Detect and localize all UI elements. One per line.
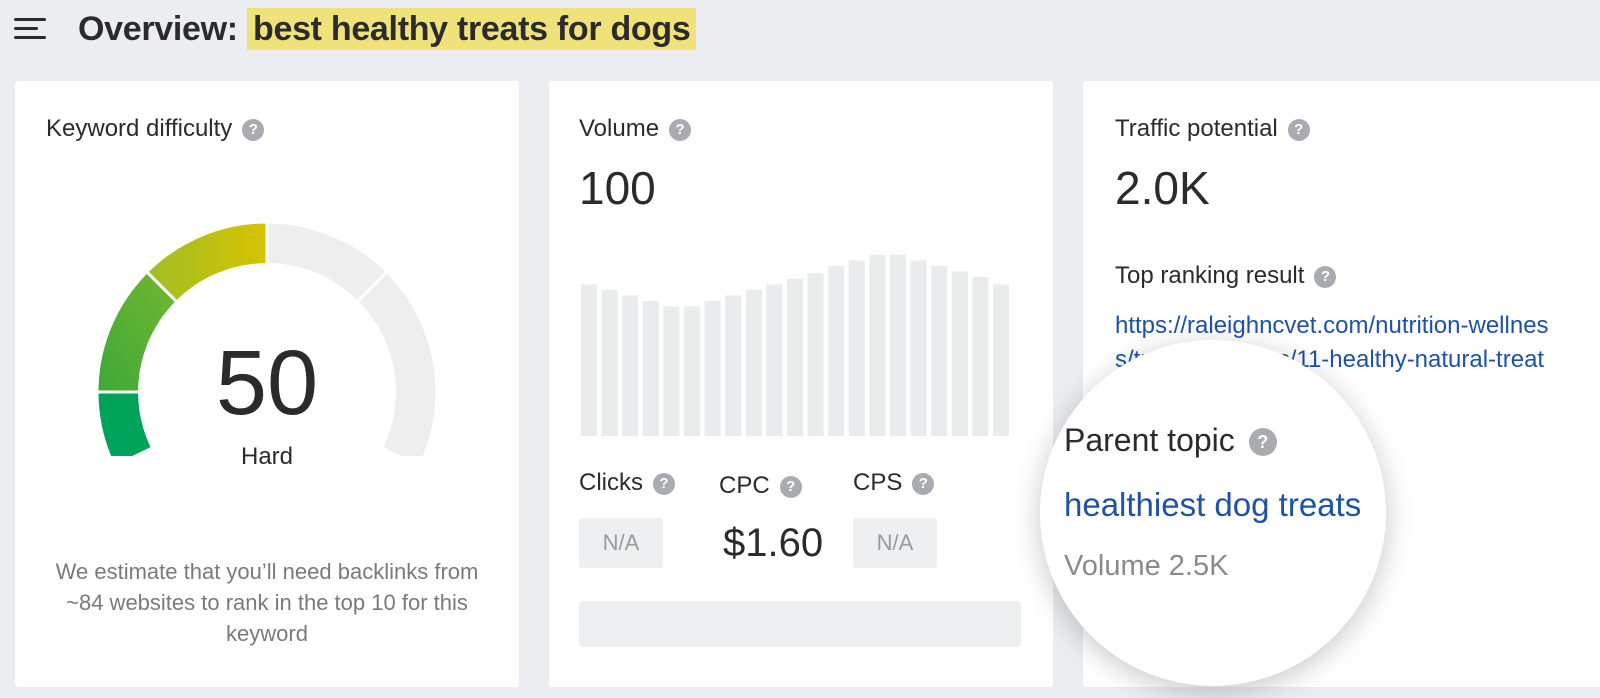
- cpc-label-row: CPC?: [719, 472, 802, 500]
- parent-topic-volume: Volume 2.5K: [1064, 550, 1229, 582]
- volume-trend-bar: [601, 289, 618, 436]
- kd-label-row: Keyword difficulty?: [46, 115, 265, 143]
- volume-trend-bar: [931, 265, 948, 436]
- volume-trend-bar: [848, 260, 865, 436]
- help-icon[interactable]: ?: [1287, 119, 1310, 141]
- clicks-label-row: Clicks?: [579, 469, 675, 497]
- help-icon[interactable]: ?: [669, 119, 692, 141]
- cps-value: N/A: [853, 518, 937, 568]
- kd-description: We estimate that you’ll need backlinks f…: [55, 559, 479, 646]
- volume-trend-bar: [890, 254, 906, 436]
- top-ranking-label-row: Top ranking result?: [1115, 262, 1337, 290]
- volume-trend-bar: [766, 284, 783, 436]
- cps-label-row: CPS?: [853, 469, 935, 497]
- cps-label: CPS: [853, 469, 903, 496]
- volume-label-row: Volume?: [579, 115, 692, 143]
- parent-topic-label: Parent topic: [1064, 422, 1235, 458]
- volume-trend-bar: [972, 276, 989, 436]
- traffic-label-row: Traffic potential?: [1115, 115, 1310, 143]
- help-icon[interactable]: ?: [1248, 428, 1277, 456]
- clicks-label: Clicks: [579, 469, 643, 496]
- clicks-value: N/A: [579, 518, 663, 568]
- volume-trend-bar: [663, 306, 680, 436]
- volume-trend-bar: [807, 273, 824, 436]
- volume-trend-bar: [910, 260, 927, 436]
- volume-label: Volume: [579, 115, 660, 142]
- help-icon[interactable]: ?: [242, 119, 265, 141]
- hamburger-menu-icon[interactable]: [14, 18, 46, 40]
- volume-trend-chart: [581, 254, 1009, 436]
- keyword-difficulty-card: Keyword difficulty? 50 Hard We estimate …: [15, 81, 519, 687]
- page-title: Overview: best healthy treats for dogs: [78, 8, 697, 50]
- traffic-potential-label: Traffic potential: [1115, 115, 1278, 142]
- parent-topic-magnifier: Parent topic? healthiest dog treats Volu…: [1040, 340, 1386, 686]
- volume-footer-bar: [579, 601, 1021, 647]
- volume-trend-bar: [725, 295, 742, 436]
- volume-trend-bar: [622, 295, 639, 436]
- help-icon[interactable]: ?: [1314, 266, 1337, 288]
- volume-trend-bar: [581, 284, 597, 436]
- help-icon[interactable]: ?: [653, 473, 675, 495]
- volume-trend-bar: [745, 289, 762, 436]
- traffic-potential-value: 2.0K: [1115, 162, 1210, 214]
- help-icon[interactable]: ?: [779, 476, 802, 498]
- parent-topic-link[interactable]: healthiest dog treats: [1064, 486, 1361, 524]
- volume-trend-bar: [787, 278, 803, 436]
- title-prefix: Overview:: [78, 10, 238, 48]
- help-icon[interactable]: ?: [912, 473, 935, 495]
- volume-trend-bar: [684, 306, 700, 436]
- volume-value: 100: [579, 162, 656, 214]
- volume-trend-bar: [951, 271, 968, 436]
- volume-trend-bar: [642, 301, 659, 436]
- volume-trend-bar: [869, 254, 886, 436]
- top-ranking-label: Top ranking result: [1115, 262, 1305, 289]
- kd-level: Hard: [240, 443, 294, 470]
- volume-trend-bar: [828, 265, 845, 436]
- kd-score: 50: [215, 332, 319, 434]
- volume-card: Volume? 100 Clicks? CPC? CPS? N/A $1.60 …: [549, 81, 1053, 687]
- cpc-value: $1.60: [723, 521, 824, 565]
- parent-topic-label-row: Parent topic?: [1064, 422, 1277, 459]
- cpc-label: CPC: [719, 472, 770, 499]
- gauge-segment-yellow: [144, 220, 269, 305]
- kd-label: Keyword difficulty: [46, 115, 233, 142]
- keyword-highlight: best healthy treats for dogs: [247, 8, 697, 50]
- volume-trend-bar: [993, 284, 1009, 436]
- volume-trend-bar: [704, 301, 721, 436]
